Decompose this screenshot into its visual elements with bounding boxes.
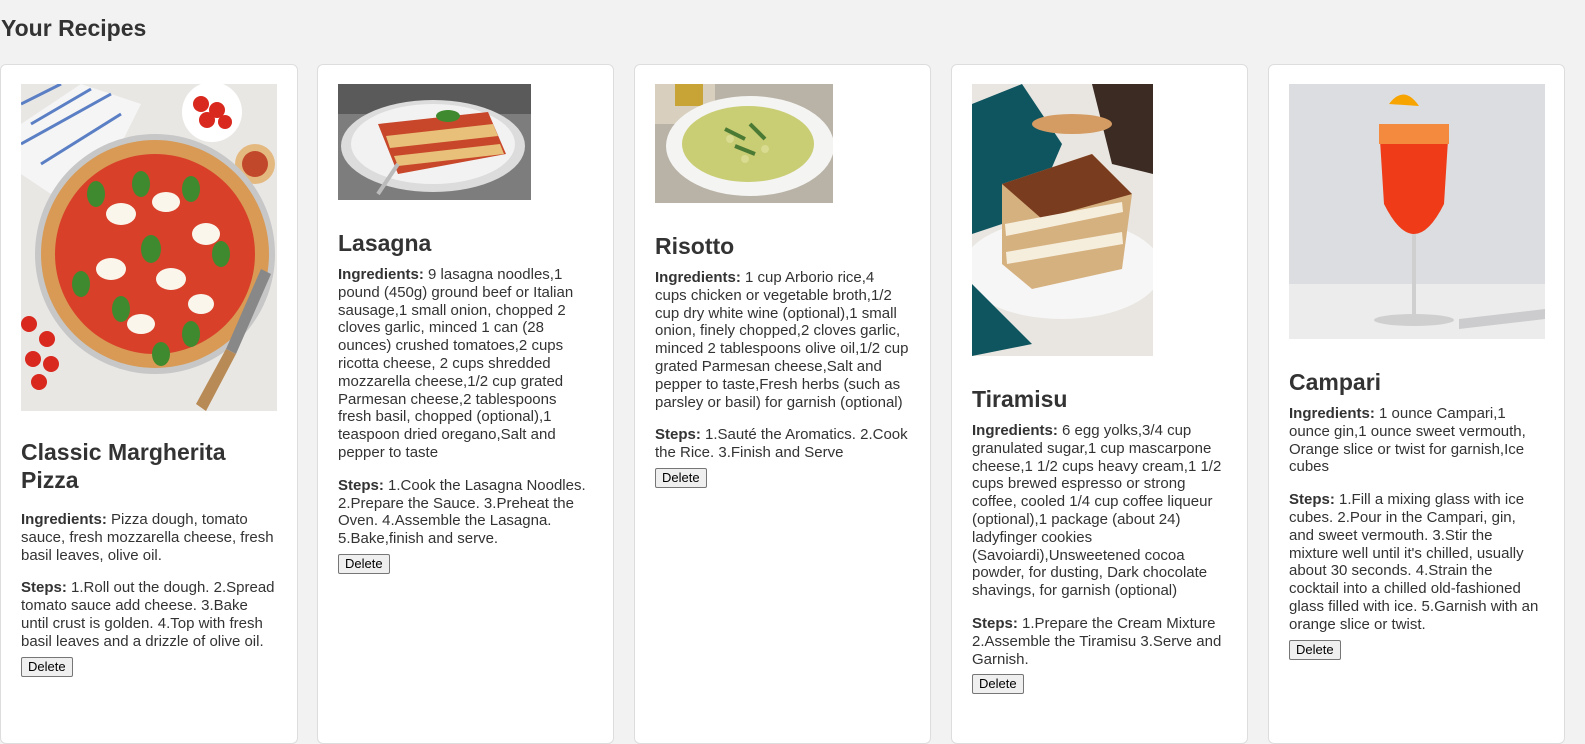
recipe-card: Risotto Ingredients: 1 cup Arborio rice,… bbox=[634, 64, 931, 744]
recipe-card: Tiramisu Ingredients: 6 egg yolks,3/4 cu… bbox=[951, 64, 1248, 744]
page-title: Your Recipes bbox=[1, 15, 147, 41]
delete-button[interactable]: Delete bbox=[21, 656, 73, 677]
recipe-card: Classic Margherita Pizza Ingredients: Pi… bbox=[0, 64, 298, 744]
recipe-ingredients: Ingredients: 6 egg yolks,3/4 cup granula… bbox=[972, 422, 1227, 600]
recipe-ingredients: Ingredients: 9 lasagna noodles,1 pound (… bbox=[338, 266, 593, 462]
recipe-steps: Steps: 1.Cook the Lasagna Noodles. 2.Pre… bbox=[338, 477, 593, 548]
recipe-steps: Steps: 1.Prepare the Cream Mixture 2.Ass… bbox=[972, 615, 1227, 668]
recipe-title: Tiramisu bbox=[972, 386, 1068, 412]
ingredients-label: Ingredients: bbox=[972, 422, 1058, 439]
recipe-title: Lasagna bbox=[338, 230, 432, 256]
ingredients-text: 6 egg yolks,3/4 cup granulated sugar,1 c… bbox=[972, 422, 1222, 600]
steps-label: Steps: bbox=[655, 426, 701, 444]
recipe-card: Lasagna Ingredients: 9 lasagna noodles,1… bbox=[317, 64, 614, 744]
delete-button[interactable]: Delete bbox=[655, 467, 707, 488]
steps-label: Steps: bbox=[1289, 491, 1335, 509]
campari-image bbox=[1289, 84, 1545, 339]
recipe-steps: Steps: 1.Roll out the dough. 2.Spread to… bbox=[21, 579, 277, 650]
recipe-card: Campari Ingredients: 1 ounce Campari,1 o… bbox=[1268, 64, 1565, 744]
ingredients-text: 1 cup Arborio rice,4 cups chicken or veg… bbox=[655, 269, 909, 411]
recipe-steps: Steps: 1.Sauté the Aromatics. 2.Cook the… bbox=[655, 426, 910, 462]
ingredients-label: Ingredients: bbox=[655, 269, 741, 286]
recipe-title: Classic Margherita Pizza bbox=[21, 439, 226, 493]
risotto-image bbox=[655, 84, 833, 203]
recipe-title: Risotto bbox=[655, 233, 735, 259]
delete-button[interactable]: Delete bbox=[1289, 639, 1341, 660]
delete-button[interactable]: Delete bbox=[972, 674, 1024, 695]
recipe-ingredients: Ingredients: 1 cup Arborio rice,4 cups c… bbox=[655, 269, 910, 411]
recipe-ingredients: Ingredients: Pizza dough, tomato sauce, … bbox=[21, 511, 277, 564]
steps-label: Steps: bbox=[972, 614, 1018, 632]
tiramisu-image bbox=[972, 84, 1153, 356]
ingredients-label: Ingredients: bbox=[338, 266, 424, 283]
lasagna-image bbox=[338, 84, 531, 200]
ingredients-label: Ingredients: bbox=[21, 511, 107, 528]
steps-label: Steps: bbox=[338, 476, 384, 494]
pizza-image bbox=[21, 84, 277, 411]
ingredients-label: Ingredients: bbox=[1289, 405, 1375, 422]
recipe-ingredients: Ingredients: 1 ounce Campari,1 ounce gin… bbox=[1289, 405, 1544, 476]
ingredients-text: 9 lasagna noodles,1 pound (450g) ground … bbox=[338, 266, 574, 461]
steps-text: 1.Fill a mixing glass with ice cubes. 2.… bbox=[1289, 491, 1539, 633]
recipe-title: Campari bbox=[1289, 369, 1382, 395]
steps-label: Steps: bbox=[21, 579, 67, 597]
delete-button[interactable]: Delete bbox=[338, 553, 390, 574]
recipe-steps: Steps: 1.Fill a mixing glass with ice cu… bbox=[1289, 491, 1544, 633]
